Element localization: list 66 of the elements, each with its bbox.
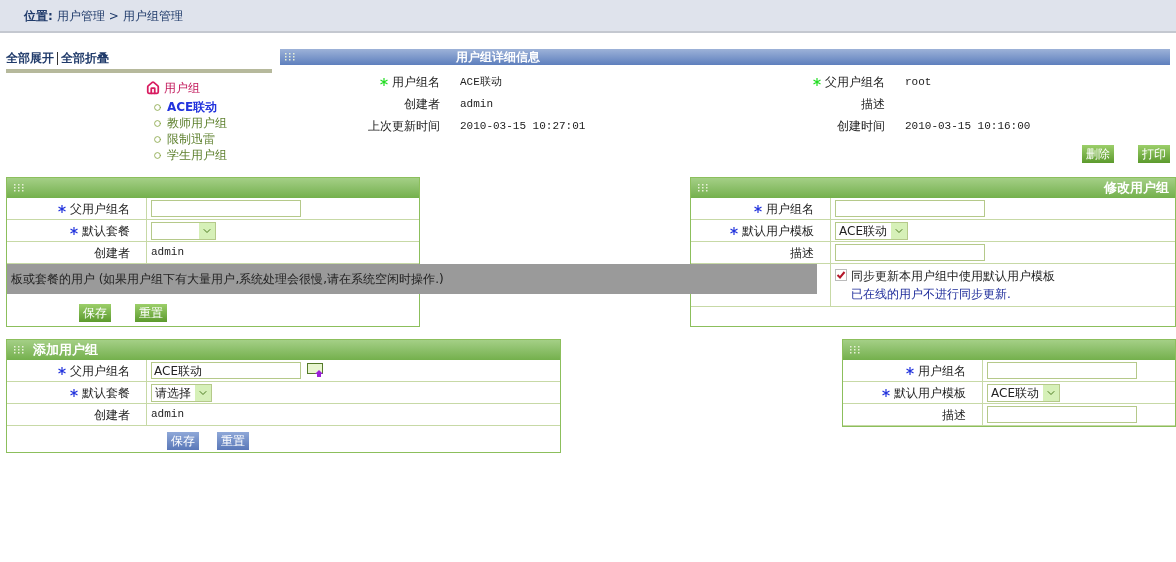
grip-icon [284, 52, 296, 62]
select-field[interactable]: ACE联动 [835, 221, 908, 240]
field-label: 默认用户模板 [894, 384, 966, 402]
checkbox[interactable] [835, 269, 847, 281]
grip-icon [13, 183, 25, 193]
field-label: 创建者 [94, 244, 130, 262]
text-field[interactable] [151, 200, 301, 217]
panel-title: 用户组详细信息 [456, 49, 540, 66]
node-icon [154, 151, 161, 159]
tree-item[interactable]: 教师用户组 [167, 114, 227, 132]
tree-item[interactable]: ACE联动 [167, 98, 218, 116]
grip-icon [849, 345, 861, 355]
form-button[interactable]: 保存 [167, 432, 199, 450]
note-text: 板或套餐的用户 (如果用户组下有大量用户,系统处理会很慢,请在系统空闲时操作.) [10, 271, 445, 288]
breadcrumb-label: 位置: [24, 7, 53, 25]
field-label: 描述 [790, 244, 814, 262]
field-value: admin [151, 245, 184, 261]
text-field[interactable] [987, 406, 1137, 423]
field-label: 默认套餐 [82, 384, 130, 402]
collapse-all-link[interactable]: 全部折叠 [61, 49, 109, 67]
node-icon [154, 135, 161, 143]
text-field[interactable] [835, 244, 985, 261]
panel-title: 修改用户组 [1104, 179, 1169, 198]
field-value: admin [460, 96, 494, 112]
breadcrumb-item[interactable]: 用户管理 [56, 6, 105, 25]
breadcrumb-separator: > [108, 7, 119, 25]
tree-item[interactable]: 限制迅雷 [167, 130, 215, 148]
field-label: 父用户组名 [825, 74, 885, 91]
field-label: 描述 [942, 406, 966, 424]
grip-icon [13, 345, 25, 355]
node-icon [154, 119, 161, 127]
text-field[interactable] [987, 362, 1137, 379]
field-label: 创建者 [94, 406, 130, 424]
field-label: 默认用户模板 [742, 222, 814, 240]
form-button[interactable]: 重置 [217, 432, 249, 450]
grip-icon [697, 183, 709, 193]
field-value: admin [151, 407, 184, 423]
select-field[interactable]: ACE联动 [987, 383, 1060, 402]
field-label: 创建时间 [837, 118, 885, 135]
field-label: 默认套餐 [82, 222, 130, 240]
field-value: 2010-03-15 10:16:00 [905, 118, 1032, 134]
field-label: 创建者 [404, 96, 440, 113]
tree-item[interactable]: 学生用户组 [167, 146, 227, 164]
checkbox-label: 同步更新本用户组中使用默认用户模板 [851, 268, 1055, 285]
hint-text: 已在线的用户不进行同步更新. [851, 286, 1012, 303]
field-value: ACE联动 [460, 74, 503, 90]
field-value: 2010-03-15 10:27:01 [460, 118, 587, 134]
breadcrumb-item[interactable]: 用户组管理 [122, 6, 183, 25]
select-field[interactable]: 请选择 [151, 383, 212, 402]
field-label: 上次更新时间 [368, 118, 440, 135]
field-label: 用户组名 [766, 200, 814, 218]
text-field[interactable]: ACE联动 [151, 362, 301, 379]
select-field[interactable] [151, 221, 216, 240]
field-label: 父用户组名 [70, 362, 130, 380]
home-icon [146, 81, 160, 95]
field-label: 用户组名 [918, 362, 966, 380]
picker-icon[interactable] [307, 363, 325, 378]
expand-all-link[interactable]: 全部展开 [6, 49, 54, 67]
node-icon [154, 103, 161, 111]
field-label: 用户组名 [392, 74, 440, 91]
field-value: root [905, 74, 933, 90]
text-field[interactable] [835, 200, 985, 217]
tree-root[interactable]: 用户组 [164, 79, 200, 97]
field-label: 父用户组名 [70, 200, 130, 218]
field-label: 描述 [861, 96, 885, 113]
panel-title: 添加用户组 [33, 341, 98, 360]
